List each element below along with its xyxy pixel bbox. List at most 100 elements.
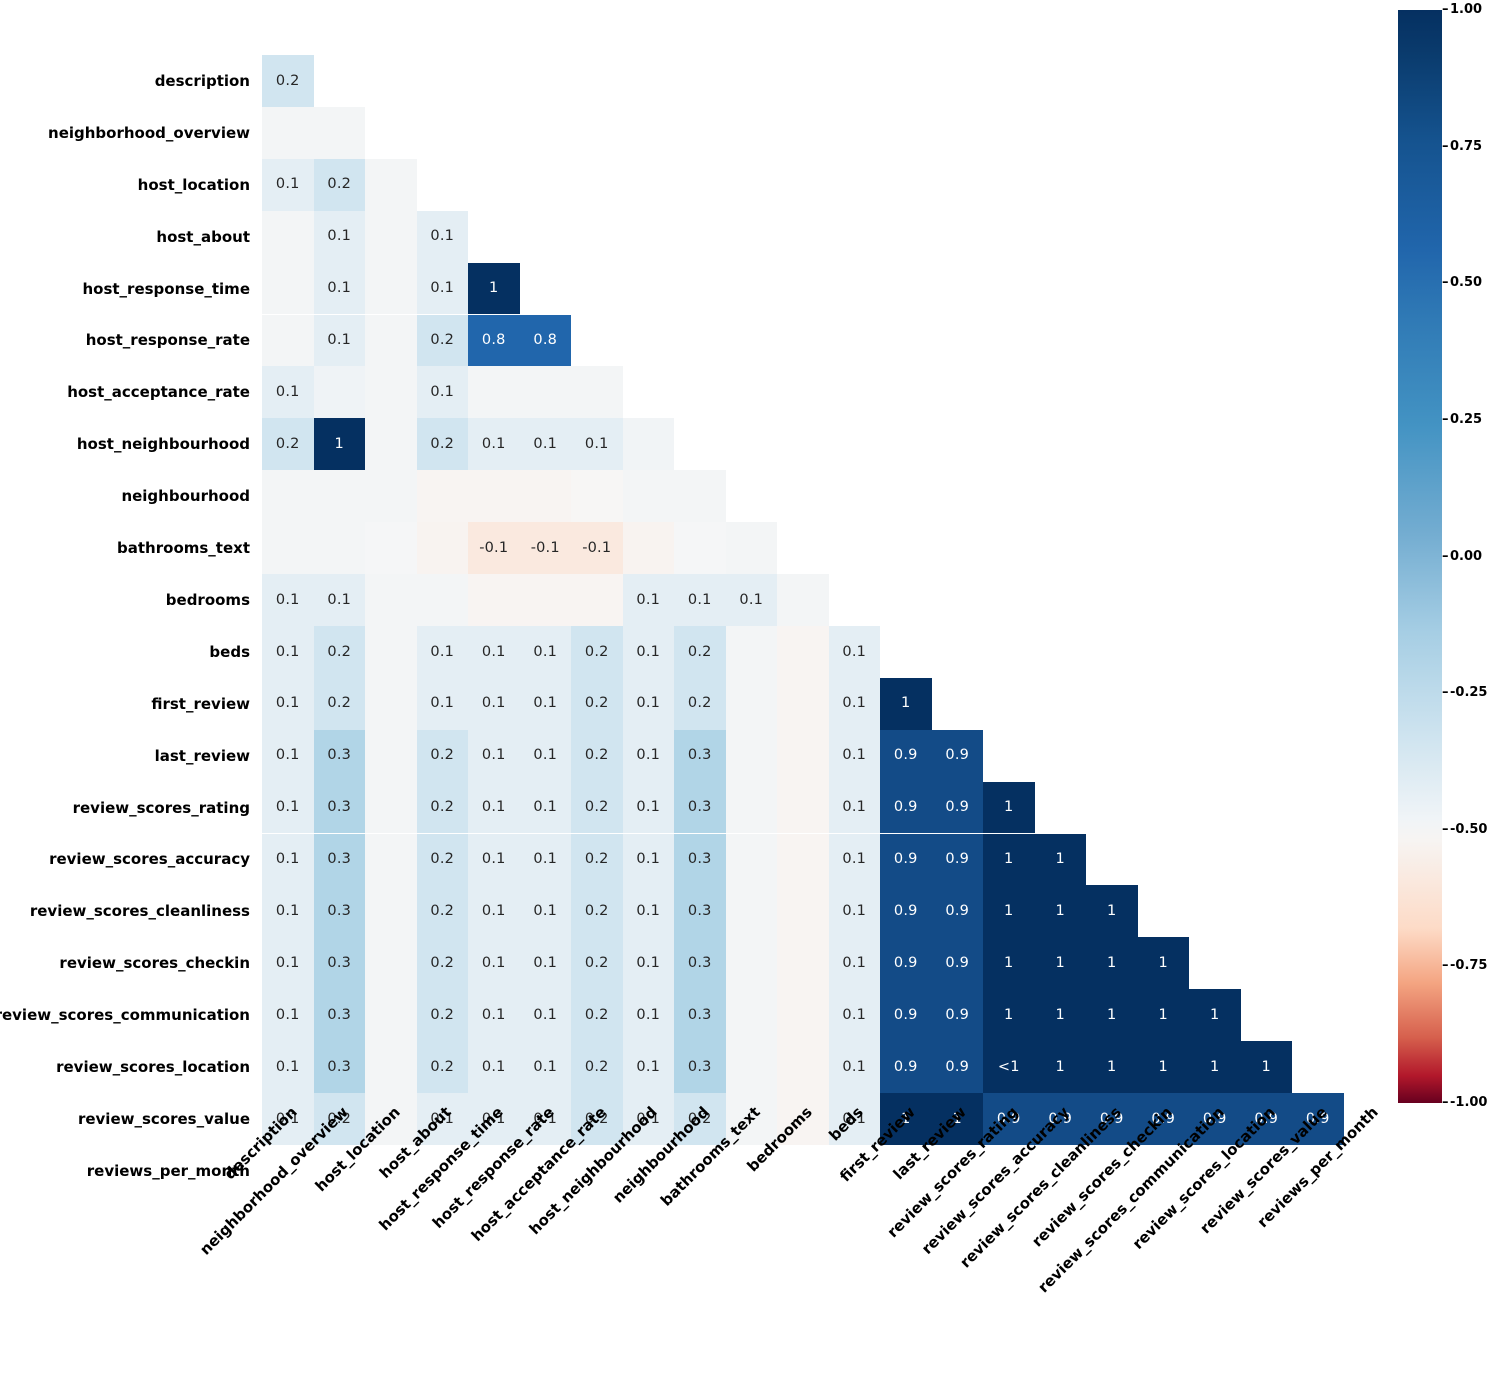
heatmap-cell: 0.1 xyxy=(262,158,314,211)
heatmap-cell: 0.1 xyxy=(519,885,571,938)
heatmap-cell xyxy=(416,574,468,626)
colorbar-gradient xyxy=(1398,10,1442,1103)
heatmap-cell: 0.1 xyxy=(313,574,365,626)
heatmap-cell: 0.1 xyxy=(519,1041,571,1093)
heatmap-cell: 0.1 xyxy=(828,729,880,782)
heatmap-cell: 0.1 xyxy=(468,677,520,730)
heatmap-cell: 0.3 xyxy=(674,729,726,782)
heatmap-cell: 0.1 xyxy=(262,729,314,782)
heatmap-cell: 1 xyxy=(1086,937,1138,990)
heatmap-cell: 0.9 xyxy=(880,937,932,990)
heatmap-cell: 0.3 xyxy=(674,989,726,1042)
heatmap-cell: 1 xyxy=(1034,937,1086,990)
heatmap-cell: 0.3 xyxy=(313,885,365,938)
heatmap-cell xyxy=(365,262,417,315)
heatmap-cell: 0.1 xyxy=(416,625,468,678)
heatmap-cell: -0.1 xyxy=(519,522,571,574)
heatmap-cell: 1 xyxy=(1034,833,1086,886)
heatmap-cell: 0.1 xyxy=(262,833,314,886)
heatmap-cell: 0.1 xyxy=(828,1041,880,1093)
colorbar-tick-text: 0.25 xyxy=(1450,411,1483,427)
y-tick-label-host-about: host_about xyxy=(156,227,250,246)
heatmap-cell xyxy=(725,1041,777,1093)
heatmap-cell: 0.9 xyxy=(880,885,932,938)
heatmap-cell: 0.1 xyxy=(519,625,571,678)
heatmap-cell xyxy=(777,574,829,626)
heatmap-cell: 0.3 xyxy=(313,729,365,782)
heatmap-cell xyxy=(365,625,417,678)
heatmap-cell: 0.1 xyxy=(622,989,674,1042)
heatmap-cell: 0.2 xyxy=(571,937,623,990)
heatmap-cell: 0.1 xyxy=(622,937,674,990)
heatmap-cell xyxy=(725,937,777,990)
heatmap-cell: 0.2 xyxy=(416,937,468,990)
heatmap-cell: 0.1 xyxy=(828,937,880,990)
tick-dash-icon: – xyxy=(1442,548,1449,564)
heatmap-cell: 0.9 xyxy=(931,781,983,834)
heatmap-cell: 0.3 xyxy=(674,1041,726,1093)
heatmap-cell xyxy=(365,158,417,211)
y-tick-label-neighborhood-overview: neighborhood_overview xyxy=(48,123,250,142)
heatmap-cell xyxy=(365,210,417,263)
heatmap-cell xyxy=(725,729,777,782)
colorbar-tick-100: – -1.00 xyxy=(1442,1096,1496,1110)
heatmap-cell xyxy=(365,1041,417,1093)
colorbar-tick-text: -0.25 xyxy=(1450,685,1488,701)
heatmap-cell: 0.1 xyxy=(725,574,777,626)
heatmap-cell: 0.1 xyxy=(571,418,623,471)
heatmap-cell: 1 xyxy=(1086,1041,1138,1093)
heatmap-cell: 0.1 xyxy=(313,314,365,367)
heatmap-cell: 0.1 xyxy=(622,833,674,886)
heatmap-cell: -0.1 xyxy=(571,522,623,574)
heatmap-cell xyxy=(365,989,417,1042)
heatmap-cell: 0.1 xyxy=(262,677,314,730)
heatmap-cell: 0.9 xyxy=(880,989,932,1042)
heatmap-cell xyxy=(365,418,417,471)
heatmap-cell: 0.1 xyxy=(468,937,520,990)
heatmap-cell: 0.1 xyxy=(262,366,314,419)
colorbar-tick-050: –0.50 xyxy=(1442,276,1496,290)
heatmap-cell: 0.9 xyxy=(880,1041,932,1093)
y-tick-label-host-response-time: host_response_time xyxy=(82,279,250,298)
heatmap-cell: 0.1 xyxy=(622,625,674,678)
heatmap-cell: 0.1 xyxy=(622,885,674,938)
heatmap-cell: 0.2 xyxy=(571,729,623,782)
heatmap-cell: 0.9 xyxy=(931,729,983,782)
heatmap-cell: 1 xyxy=(1034,989,1086,1042)
heatmap-cell: 0.1 xyxy=(416,366,468,419)
heatmap-cell: 0.1 xyxy=(468,625,520,678)
heatmap-cell xyxy=(725,885,777,938)
heatmap-cell: 1 xyxy=(1137,989,1189,1042)
heatmap-cell: 0.1 xyxy=(622,574,674,626)
heatmap-cell: 0.9 xyxy=(931,937,983,990)
heatmap-cell xyxy=(674,522,726,574)
heatmap-cell: 0.2 xyxy=(571,989,623,1042)
heatmap-cell: 0.3 xyxy=(313,781,365,834)
heatmap-cell xyxy=(468,366,520,419)
y-tick-label-beds: beds xyxy=(209,642,250,661)
heatmap-cell: 1 xyxy=(983,885,1035,938)
heatmap-cell: 1 xyxy=(1240,1041,1292,1093)
heatmap-cell: 1 xyxy=(1189,989,1241,1042)
heatmap-cell xyxy=(571,574,623,626)
heatmap-cell: 0.2 xyxy=(416,418,468,471)
heatmap-cell xyxy=(519,470,571,523)
heatmap-cell: 1 xyxy=(1086,989,1138,1042)
heatmap-cell: 0.1 xyxy=(519,833,571,886)
heatmap-cell xyxy=(365,470,417,523)
heatmap-cell: 0.1 xyxy=(674,574,726,626)
heatmap-cell: 0.2 xyxy=(416,1041,468,1093)
heatmap-cell: 0.2 xyxy=(571,833,623,886)
heatmap-cell: 1 xyxy=(880,677,932,730)
correlation-heatmap-figure: 0.2 0.1 0.2 0.1 0.1 0.1 0.1 1 0.1 0.2 0.8 0.8 0.1 0.1… xyxy=(0,0,1496,1297)
heatmap-cell: 0.2 xyxy=(416,781,468,834)
heatmap-cell: 0.8 xyxy=(468,314,520,367)
heatmap-cell: 0.1 xyxy=(828,885,880,938)
y-tick-label-host-response-rate: host_response_rate xyxy=(85,331,250,350)
heatmap-cell: 0.2 xyxy=(416,989,468,1042)
heatmap-cell xyxy=(262,106,314,159)
y-tick-label-review-scores-cleanliness: review_scores_cleanliness xyxy=(29,902,250,921)
heatmap-cell xyxy=(725,989,777,1042)
heatmap-cell: 0.3 xyxy=(313,937,365,990)
tick-dash-icon: – xyxy=(1442,685,1449,701)
